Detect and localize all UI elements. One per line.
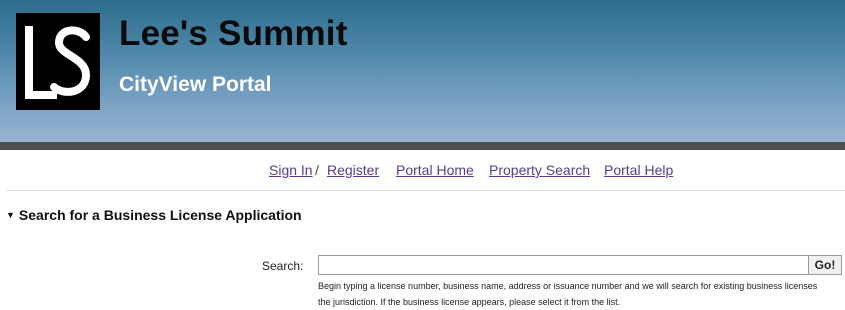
site-subtitle: CityView Portal	[119, 73, 272, 96]
section-header[interactable]: ▼ Search for a Business License Applicati…	[6, 207, 302, 223]
portal-home-link[interactable]: Portal Home	[396, 162, 474, 178]
nav-separator: /	[315, 162, 319, 178]
top-nav: Sign In / Register Portal Home Property …	[0, 162, 845, 182]
site-header: Lee's Summit CityView Portal	[0, 0, 845, 142]
nav-divider	[6, 190, 845, 191]
search-input[interactable]	[318, 255, 809, 275]
register-link[interactable]: Register	[327, 162, 379, 178]
header-bottom-bar	[0, 142, 845, 150]
section-title: Search for a Business License Applicatio…	[18, 207, 302, 223]
help-line-2: the jurisdiction. If the business licens…	[318, 297, 621, 307]
search-label: Search:	[262, 259, 304, 273]
search-help-text: Begin typing a license number, business …	[318, 278, 845, 310]
lees-summit-logo[interactable]	[16, 13, 100, 110]
go-button[interactable]: Go!	[808, 255, 842, 275]
ls-logo-icon	[25, 26, 91, 99]
sign-in-link[interactable]: Sign In	[269, 162, 313, 178]
portal-help-link[interactable]: Portal Help	[604, 162, 673, 178]
site-title: Lee's Summit	[119, 14, 348, 53]
property-search-link[interactable]: Property Search	[489, 162, 590, 178]
help-line-1: Begin typing a license number, business …	[318, 281, 818, 291]
collapse-triangle-icon[interactable]: ▼	[6, 210, 15, 220]
